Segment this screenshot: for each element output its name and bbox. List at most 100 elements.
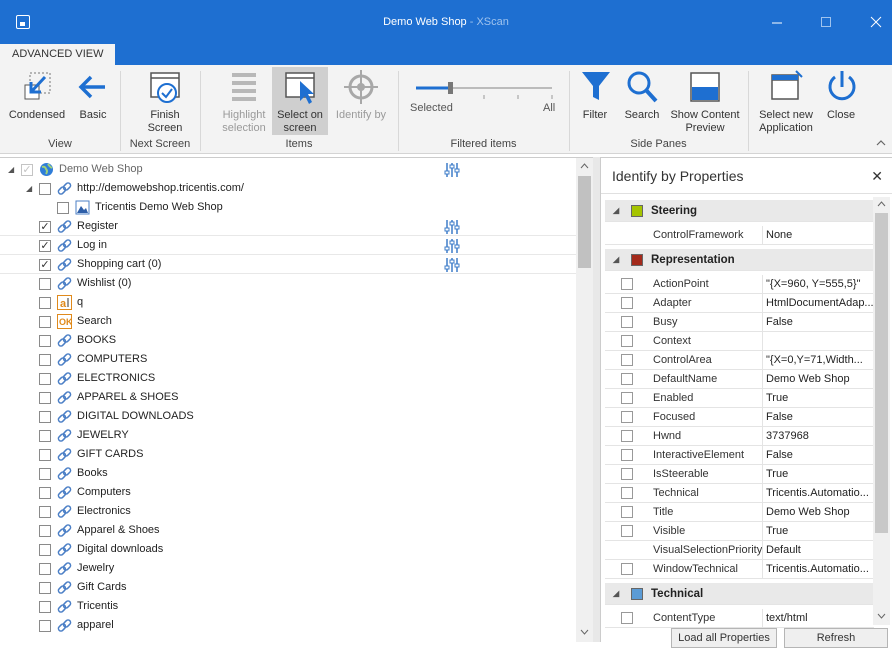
property-row[interactable]: Technical Tricentis.Automatio... bbox=[605, 484, 874, 503]
tree-row[interactable]: Books bbox=[0, 464, 576, 483]
row-checkbox[interactable] bbox=[39, 278, 51, 290]
select-new-application-button[interactable]: Select new Application bbox=[754, 67, 818, 135]
condensed-button[interactable]: Condensed bbox=[8, 67, 66, 122]
row-checkbox[interactable] bbox=[39, 449, 51, 461]
row-checkbox[interactable] bbox=[39, 601, 51, 613]
property-row[interactable]: Hwnd 3737968 bbox=[605, 427, 874, 446]
property-checkbox[interactable] bbox=[621, 278, 633, 290]
tree-row[interactable]: Jewelry bbox=[0, 559, 576, 578]
tree-row[interactable]: ✓ Register bbox=[0, 217, 576, 236]
tree-row[interactable]: aq bbox=[0, 293, 576, 312]
property-row[interactable]: Context bbox=[605, 332, 874, 351]
tree-row[interactable]: Tricentis bbox=[0, 597, 576, 616]
row-checkbox[interactable] bbox=[39, 468, 51, 480]
row-checkbox[interactable]: ✓ bbox=[39, 240, 51, 252]
row-checkbox[interactable]: ✓ bbox=[21, 164, 33, 176]
row-checkbox[interactable] bbox=[39, 392, 51, 404]
highlight-selection-button[interactable]: Highlight selection bbox=[216, 67, 272, 135]
property-value[interactable]: text/html bbox=[762, 609, 874, 628]
tree-row[interactable]: ◢ http://demowebshop.tricentis.com/ bbox=[0, 179, 576, 198]
expand-toggle-icon[interactable]: ◢ bbox=[26, 179, 32, 198]
property-row[interactable]: VisualSelectionPriority Default bbox=[605, 541, 874, 560]
property-checkbox[interactable] bbox=[621, 449, 633, 461]
property-checkbox[interactable] bbox=[621, 563, 633, 575]
property-value[interactable]: HtmlDocumentAdap... bbox=[762, 294, 874, 313]
maximize-icon[interactable] bbox=[816, 12, 836, 32]
property-row[interactable]: Visible True bbox=[605, 522, 874, 541]
property-row[interactable]: Focused False bbox=[605, 408, 874, 427]
property-value[interactable]: Demo Web Shop bbox=[762, 503, 874, 522]
expand-toggle-icon[interactable]: ◢ bbox=[8, 160, 14, 179]
identification-settings-icon[interactable] bbox=[444, 219, 460, 235]
property-checkbox[interactable] bbox=[621, 373, 633, 385]
row-checkbox[interactable] bbox=[39, 373, 51, 385]
property-value[interactable] bbox=[762, 332, 874, 351]
property-value[interactable]: False bbox=[762, 446, 874, 465]
property-row[interactable]: ActionPoint "{X=960, Y=555,5}" bbox=[605, 275, 874, 294]
minimize-icon[interactable] bbox=[767, 12, 787, 32]
identification-settings-icon[interactable] bbox=[444, 257, 460, 273]
search-button[interactable]: Search bbox=[620, 67, 664, 122]
row-checkbox[interactable] bbox=[39, 582, 51, 594]
property-value[interactable]: "{X=0,Y=71,Width... bbox=[762, 351, 874, 370]
property-checkbox[interactable] bbox=[621, 316, 633, 328]
tree-row[interactable]: COMPUTERS bbox=[0, 350, 576, 369]
tree-scrollbar[interactable] bbox=[576, 158, 593, 642]
property-value[interactable]: Tricentis.Automatio... bbox=[762, 560, 874, 579]
property-value[interactable]: True bbox=[762, 465, 874, 484]
property-checkbox[interactable] bbox=[621, 335, 633, 347]
property-checkbox[interactable] bbox=[621, 430, 633, 442]
property-value[interactable]: Demo Web Shop bbox=[762, 370, 874, 389]
select-on-screen-button[interactable]: Select on screen bbox=[272, 67, 328, 135]
finish-screen-button[interactable]: Finish Screen bbox=[136, 67, 194, 135]
tab-advanced-view[interactable]: ADVANCED VIEW bbox=[0, 44, 116, 65]
collapse-category-icon[interactable]: ◢ bbox=[613, 583, 619, 605]
properties-scrollbar[interactable] bbox=[873, 197, 890, 625]
collapse-category-icon[interactable]: ◢ bbox=[613, 249, 619, 271]
property-value[interactable]: Tricentis.Automatio... bbox=[762, 484, 874, 503]
property-category[interactable]: ◢ Technical bbox=[605, 583, 874, 605]
row-checkbox[interactable] bbox=[39, 506, 51, 518]
identification-settings-icon[interactable] bbox=[444, 162, 460, 178]
row-checkbox[interactable] bbox=[39, 335, 51, 347]
property-checkbox[interactable] bbox=[621, 392, 633, 404]
property-category[interactable]: ◢ Steering bbox=[605, 200, 874, 222]
tree-row[interactable]: DIGITAL DOWNLOADS bbox=[0, 407, 576, 426]
pane-splitter[interactable] bbox=[593, 157, 600, 642]
row-checkbox[interactable] bbox=[39, 525, 51, 537]
property-checkbox[interactable] bbox=[621, 612, 633, 624]
property-row[interactable]: Busy False bbox=[605, 313, 874, 332]
tree-row[interactable]: APPAREL & SHOES bbox=[0, 388, 576, 407]
property-value[interactable]: True bbox=[762, 522, 874, 541]
close-button[interactable]: Close bbox=[822, 67, 860, 122]
row-checkbox[interactable] bbox=[39, 316, 51, 328]
collapse-ribbon-icon[interactable] bbox=[874, 137, 888, 149]
tree-row[interactable]: Digital downloads bbox=[0, 540, 576, 559]
property-checkbox[interactable] bbox=[621, 525, 633, 537]
row-checkbox[interactable] bbox=[39, 487, 51, 499]
property-checkbox[interactable] bbox=[621, 411, 633, 423]
tree-row[interactable]: JEWELRY bbox=[0, 426, 576, 445]
row-checkbox[interactable] bbox=[39, 297, 51, 309]
property-value[interactable]: None bbox=[762, 226, 874, 245]
property-checkbox[interactable] bbox=[621, 506, 633, 518]
basic-button[interactable]: Basic bbox=[72, 67, 114, 122]
row-checkbox[interactable] bbox=[57, 202, 69, 214]
property-row[interactable]: IsSteerable True bbox=[605, 465, 874, 484]
property-value[interactable]: False bbox=[762, 313, 874, 332]
property-value[interactable]: True bbox=[762, 389, 874, 408]
row-checkbox[interactable] bbox=[39, 354, 51, 366]
tree-row[interactable]: ✓ Shopping cart (0) bbox=[0, 255, 576, 274]
row-checkbox[interactable]: ✓ bbox=[39, 259, 51, 271]
tree-row[interactable]: ✓ Log in bbox=[0, 236, 576, 255]
show-content-preview-button[interactable]: Show Content Preview bbox=[668, 67, 742, 135]
row-checkbox[interactable] bbox=[39, 544, 51, 556]
close-window-icon[interactable] bbox=[866, 12, 886, 32]
property-value[interactable]: "{X=960, Y=555,5}" bbox=[762, 275, 874, 294]
tree-row[interactable]: GIFT CARDS bbox=[0, 445, 576, 464]
property-checkbox[interactable] bbox=[621, 487, 633, 499]
identify-by-button[interactable]: Identify by bbox=[330, 67, 392, 122]
row-checkbox[interactable] bbox=[39, 563, 51, 575]
property-value[interactable]: 3737968 bbox=[762, 427, 874, 446]
property-checkbox[interactable] bbox=[621, 354, 633, 366]
